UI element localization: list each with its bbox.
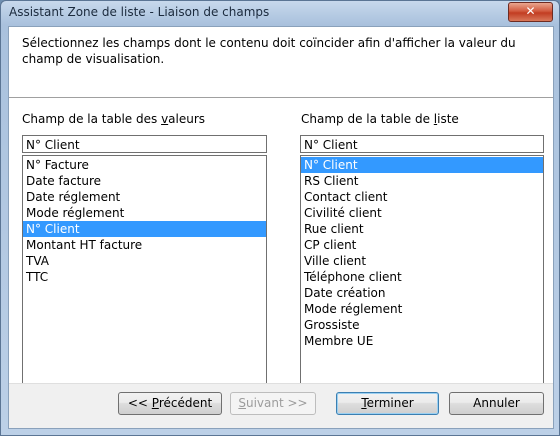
next-button[interactable]: Suivant >> [230, 392, 316, 415]
cancel-button[interactable]: Annuler [449, 392, 544, 415]
list-field-list[interactable]: N° Client RS Client Contact client Civilité… [300, 155, 544, 392]
next-label-accel: S [238, 396, 246, 410]
next-label-part: uivant >> [245, 396, 308, 410]
previous-label-part: << [127, 396, 152, 410]
list-item[interactable]: Date facture [23, 173, 266, 189]
close-button[interactable]: ✕ [508, 2, 553, 22]
finish-button[interactable]: Terminer [336, 392, 439, 415]
previous-button[interactable]: << Précédent [118, 392, 222, 415]
list-item[interactable]: RS Client [301, 173, 543, 189]
list-item[interactable]: TTC [23, 269, 266, 285]
list-item[interactable]: Mode réglement [23, 205, 266, 221]
header-separator [9, 97, 553, 99]
list-field-input[interactable]: N° Client [300, 135, 544, 153]
list-item[interactable]: N° Client [301, 157, 543, 173]
list-table-label: Champ de la table de liste [301, 112, 459, 126]
list-item[interactable]: Mode réglement [301, 301, 543, 317]
previous-label-part: récédent [158, 396, 213, 410]
list-label-part: Champ de la table de [301, 112, 434, 126]
list-item[interactable]: Grossiste [301, 317, 543, 333]
list-item[interactable]: Rue client [301, 221, 543, 237]
previous-label-accel: P [151, 396, 159, 410]
values-label-part: Champ de la table des [22, 112, 162, 126]
list-item[interactable]: TVA [23, 253, 266, 269]
list-item[interactable]: CP client [301, 237, 543, 253]
list-item[interactable]: Date création [301, 285, 543, 301]
list-label-part: iste [437, 112, 459, 126]
list-item[interactable]: N° Facture [23, 157, 266, 173]
list-item[interactable]: Civilité client [301, 205, 543, 221]
list-item[interactable]: N° Client [23, 221, 266, 237]
window-title: Assistant Zone de liste - Liaison de cha… [9, 5, 270, 19]
dialog-window: Assistant Zone de liste - Liaison de cha… [0, 0, 560, 436]
list-item[interactable]: Membre UE [301, 333, 543, 349]
list-item[interactable]: Montant HT facture [23, 237, 266, 253]
values-field-input[interactable]: N° Client [22, 135, 267, 153]
finish-label-part: erminer [366, 396, 414, 410]
close-icon: ✕ [525, 4, 536, 18]
list-item[interactable]: Date réglement [23, 189, 266, 205]
values-table-label: Champ de la table des valeurs [22, 112, 205, 126]
dialog-client-area: Sélectionnez les champs dont le contenu … [8, 26, 554, 429]
list-item[interactable]: Ville client [301, 253, 543, 269]
list-item[interactable]: Contact client [301, 189, 543, 205]
title-bar[interactable]: Assistant Zone de liste - Liaison de cha… [1, 1, 559, 23]
list-item[interactable]: Téléphone client [301, 269, 543, 285]
values-field-list[interactable]: N° Facture Date facture Date réglement Mode… [22, 155, 267, 392]
button-bar: << Précédent Suivant >> Terminer Annuler [9, 383, 553, 428]
instruction-text: Sélectionnez les champs dont le contenu … [22, 36, 516, 66]
values-label-part: aleurs [168, 112, 206, 126]
